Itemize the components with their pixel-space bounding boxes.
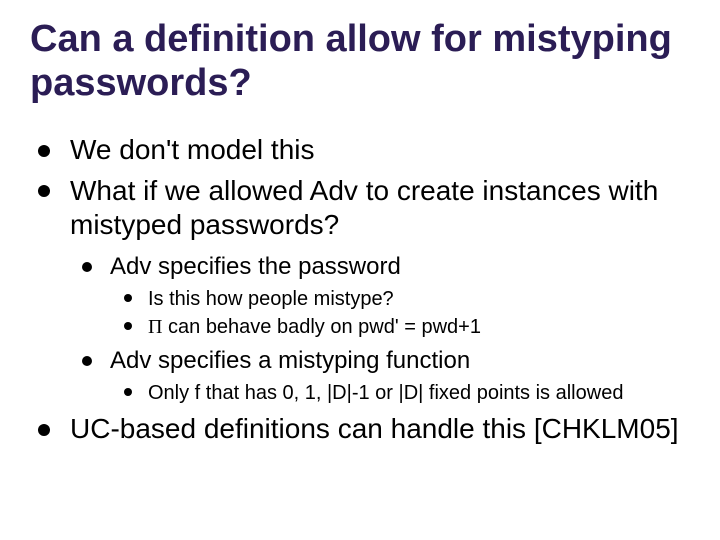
bullet-item: Adv specifies a mistyping function Only … [70,346,690,406]
bullet-text: Adv specifies the password [110,253,401,280]
bullet-item: Is this how people mistype? [110,286,690,312]
bullet-item: We don't model this [30,133,690,167]
bullet-list: We don't model this What if we allowed A… [30,133,690,446]
bullet-sublist: Is this how people mistype? Π can behave… [110,286,690,340]
bullet-item: Π can behave badly on pwd' = pwd+1 [110,314,690,340]
slide: Can a definition allow for mistyping pas… [0,0,720,540]
slide-title: Can a definition allow for mistyping pas… [30,18,690,105]
bullet-sublist: Only f that has 0, 1, |D|-1 or |D| fixed… [110,380,690,406]
bullet-text: What if we allowed Adv to create instanc… [70,175,658,240]
pi-symbol: Π [148,316,162,338]
bullet-item: What if we allowed Adv to create instanc… [30,174,690,406]
bullet-sublist: Adv specifies the password Is this how p… [70,252,690,406]
bullet-item: UC-based definitions can handle this [CH… [30,412,690,446]
bullet-text: Adv specifies a mistyping function [110,347,470,374]
bullet-item: Adv specifies the password Is this how p… [70,252,690,340]
bullet-item: Only f that has 0, 1, |D|-1 or |D| fixed… [110,380,690,406]
